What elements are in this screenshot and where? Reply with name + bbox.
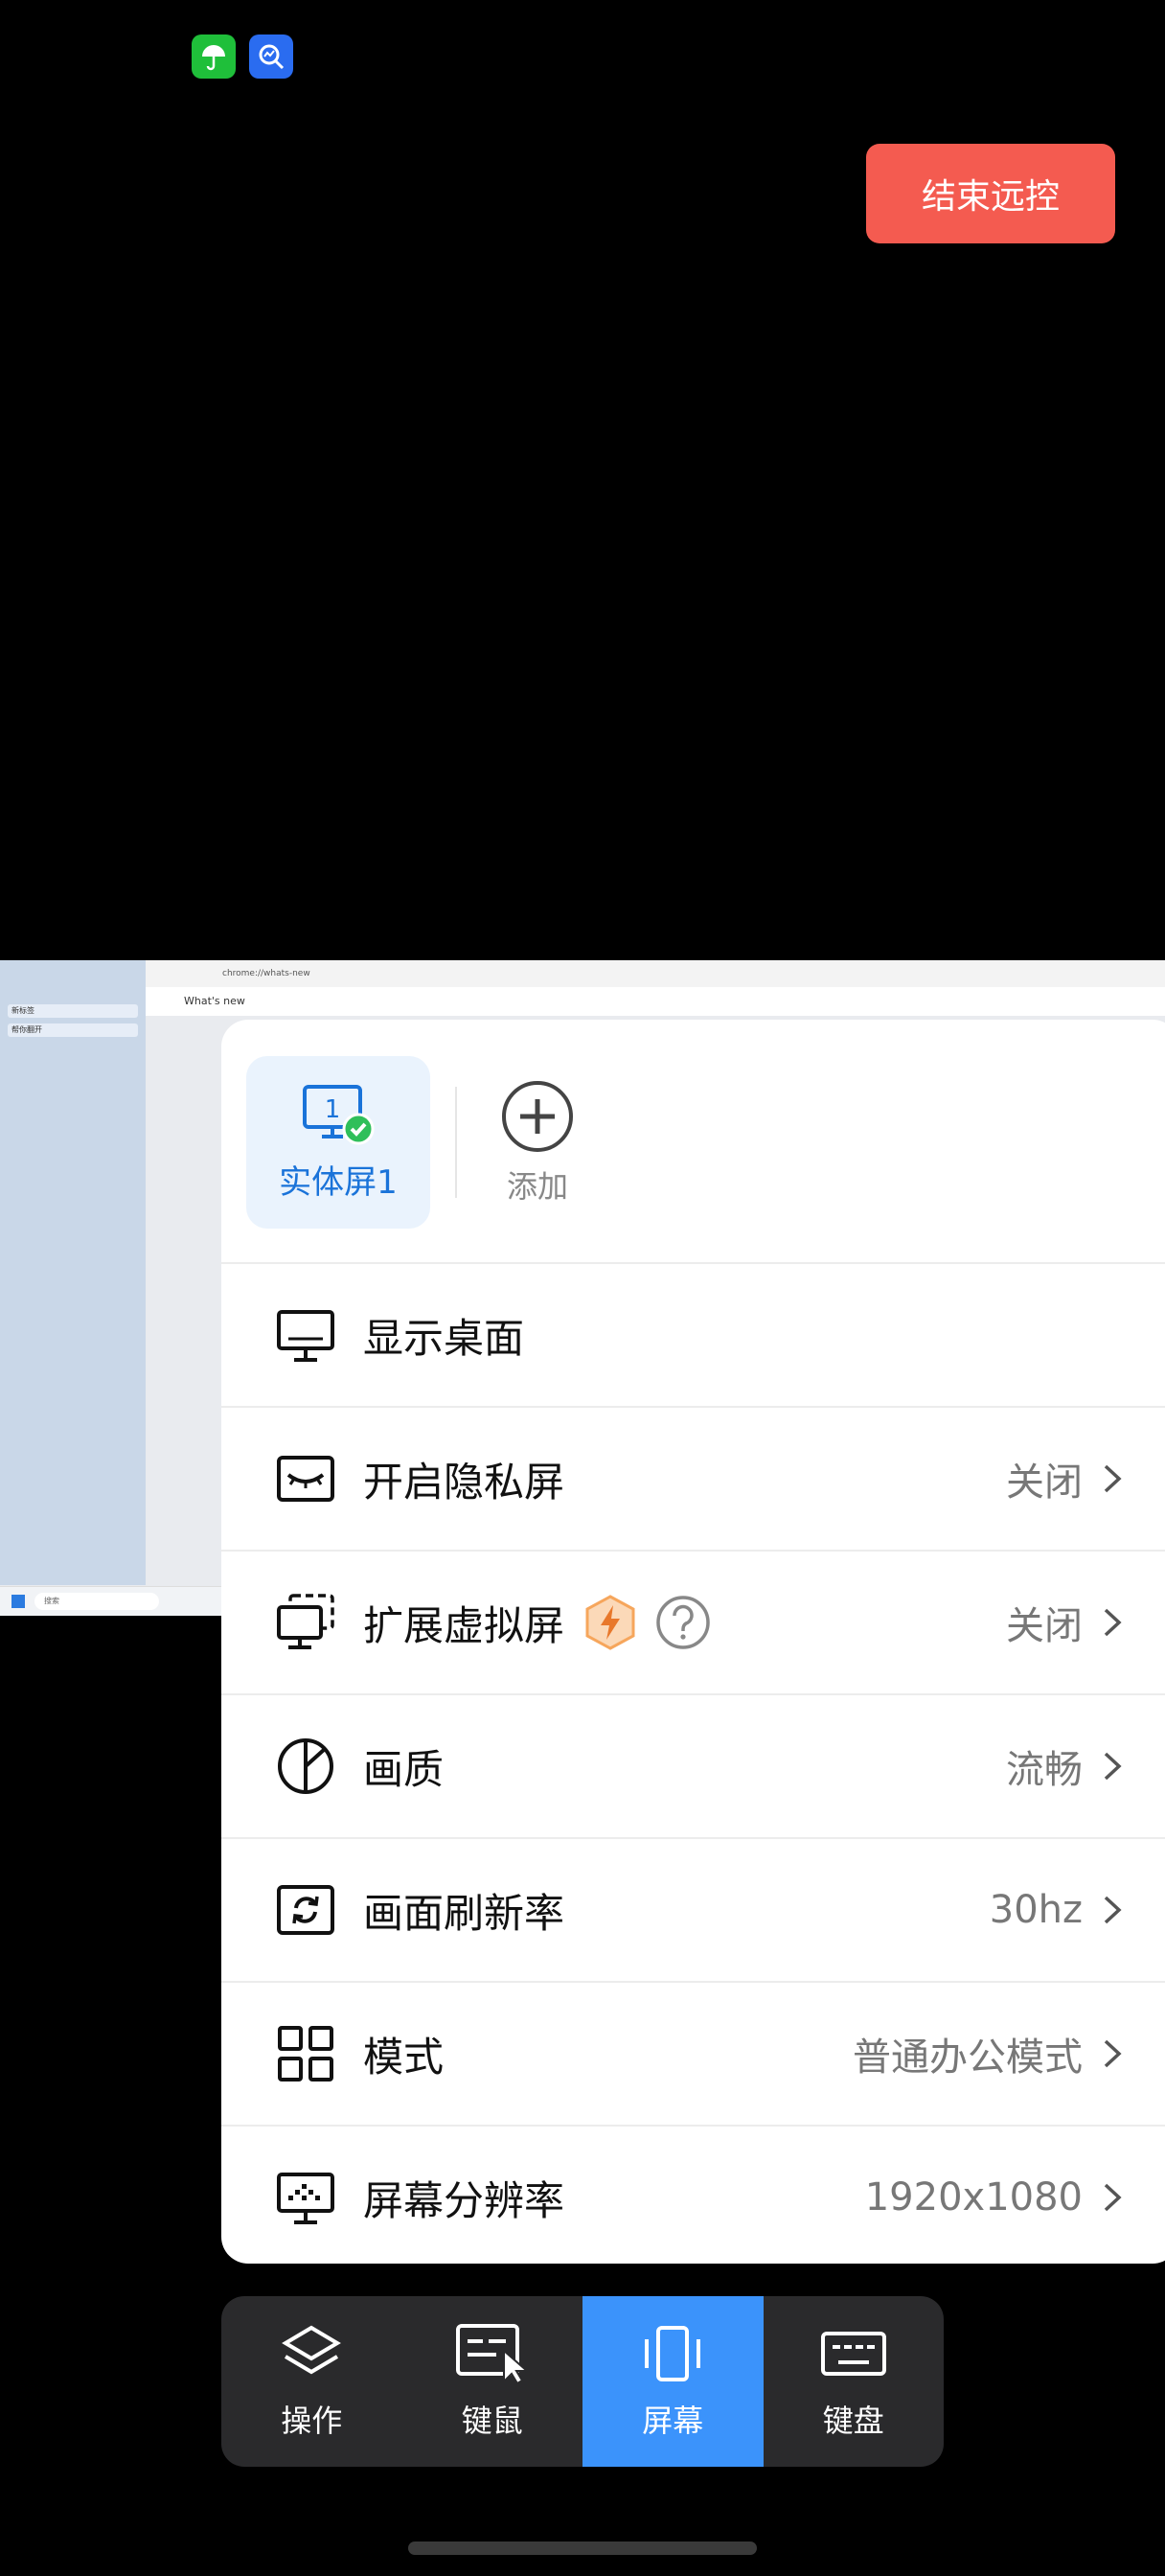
- privacy-eye-icon: [277, 1456, 334, 1502]
- setting-value: 关闭: [1006, 1604, 1083, 1648]
- add-screen-button[interactable]: 添加: [499, 1078, 576, 1207]
- search-chart-app-icon: [249, 34, 293, 79]
- setting-value: 30hz: [989, 1888, 1083, 1932]
- setting-refresh-rate[interactable]: 画面刷新率 30hz: [221, 1837, 1165, 1981]
- tool-label: 键鼠: [461, 2403, 523, 2439]
- setting-resolution[interactable]: 屏幕分辨率 1920x1080: [221, 2125, 1165, 2264]
- tool-keyboard-mouse[interactable]: 键鼠: [402, 2296, 583, 2467]
- setting-title: 画面刷新率: [363, 1889, 565, 1937]
- setting-title: 显示桌面: [363, 1314, 525, 1362]
- chevron-right-icon: [1104, 2183, 1122, 2212]
- settings-list: 显示桌面 开启隐私屏 关闭 扩展虚拟屏 关闭 画质 流畅 画面刷新率 30hz …: [221, 1262, 1165, 2264]
- setting-value: 关闭: [1006, 1460, 1083, 1505]
- setting-title: 开启隐私屏: [363, 1458, 565, 1506]
- chevron-right-icon: [1104, 2039, 1122, 2068]
- screen-card-label: 实体屏1: [279, 1162, 398, 1202]
- premium-bolt-badge-icon: [585, 1595, 635, 1650]
- setting-show-desktop[interactable]: 显示桌面: [221, 1262, 1165, 1406]
- screen-icon: [645, 2326, 701, 2381]
- tool-operation[interactable]: 操作: [221, 2296, 402, 2467]
- add-circle-icon: [502, 1081, 573, 1152]
- setting-title-text: 扩展虚拟屏: [363, 1601, 565, 1649]
- screen-list: 1 实体屏1 添加: [246, 1033, 576, 1252]
- svg-text:1: 1: [325, 1095, 341, 1124]
- tool-keyboard[interactable]: 键盘: [764, 2296, 945, 2467]
- monitor-check-icon: 1: [303, 1084, 375, 1144]
- virtual-screens-icon: [277, 1594, 334, 1649]
- quality-icon: [278, 1738, 333, 1794]
- help-question-icon[interactable]: [654, 1594, 712, 1651]
- keyboard-mouse-icon: [455, 2324, 530, 2385]
- remote-browser-tab: What's new: [146, 987, 1165, 1016]
- windows-start-icon: [11, 1595, 25, 1608]
- setting-title: 画质: [363, 1745, 445, 1793]
- remote-sidebar: 新标签 帮你翻开: [0, 960, 146, 1585]
- chevron-right-icon: [1104, 1752, 1122, 1781]
- setting-privacy-screen[interactable]: 开启隐私屏 关闭: [221, 1406, 1165, 1550]
- keyboard-icon: [820, 2332, 886, 2376]
- layers-icon: [282, 2325, 342, 2375]
- grid-mode-icon: [278, 2026, 333, 2082]
- screen-settings-panel: 1 实体屏1 添加 显示桌面 开启隐私屏 关闭 扩展虚拟屏 关闭 画质 流畅 画…: [221, 1020, 1165, 2264]
- remote-sidebar-tab: 新标签: [8, 1004, 138, 1018]
- chevron-right-icon: [1104, 1608, 1122, 1637]
- chevron-right-icon: [1104, 1896, 1122, 1924]
- tool-label: 屏幕: [642, 2403, 704, 2439]
- home-indicator[interactable]: [408, 2542, 757, 2555]
- bottom-toolbar: 操作 键鼠 屏幕 键盘: [221, 2296, 944, 2467]
- divider: [455, 1087, 457, 1198]
- setting-extend-virtual-screen[interactable]: 扩展虚拟屏 关闭: [221, 1550, 1165, 1693]
- tool-label: 键盘: [822, 2403, 884, 2439]
- setting-value: 1920x1080: [864, 2175, 1083, 2220]
- setting-value: 流畅: [1006, 1748, 1083, 1792]
- setting-value: 普通办公模式: [853, 2036, 1083, 2080]
- setting-mode[interactable]: 模式 普通办公模式: [221, 1981, 1165, 2125]
- setting-title: 模式: [363, 2033, 445, 2081]
- screen-card-physical-1[interactable]: 1 实体屏1: [246, 1056, 430, 1229]
- monitor-icon: [277, 1310, 334, 1362]
- umbrella-app-icon: [192, 34, 236, 79]
- status-icons: [192, 34, 293, 79]
- refresh-rate-icon: [277, 1885, 334, 1935]
- remote-browser-address: chrome://whats-new: [146, 960, 1165, 988]
- tool-label: 操作: [281, 2403, 343, 2439]
- chevron-right-icon: [1104, 1464, 1122, 1493]
- tool-screen[interactable]: 屏幕: [582, 2296, 764, 2467]
- remote-sidebar-tab: 帮你翻开: [8, 1024, 138, 1037]
- add-screen-label: 添加: [506, 1168, 568, 1205]
- setting-title: 扩展虚拟屏: [363, 1594, 712, 1652]
- resolution-icon: [277, 2173, 334, 2224]
- remote-taskbar-search: 搜索: [34, 1593, 159, 1610]
- setting-quality[interactable]: 画质 流畅: [221, 1693, 1165, 1837]
- setting-title: 屏幕分辨率: [363, 2176, 565, 2224]
- end-remote-control-button[interactable]: 结束远控: [866, 144, 1115, 243]
